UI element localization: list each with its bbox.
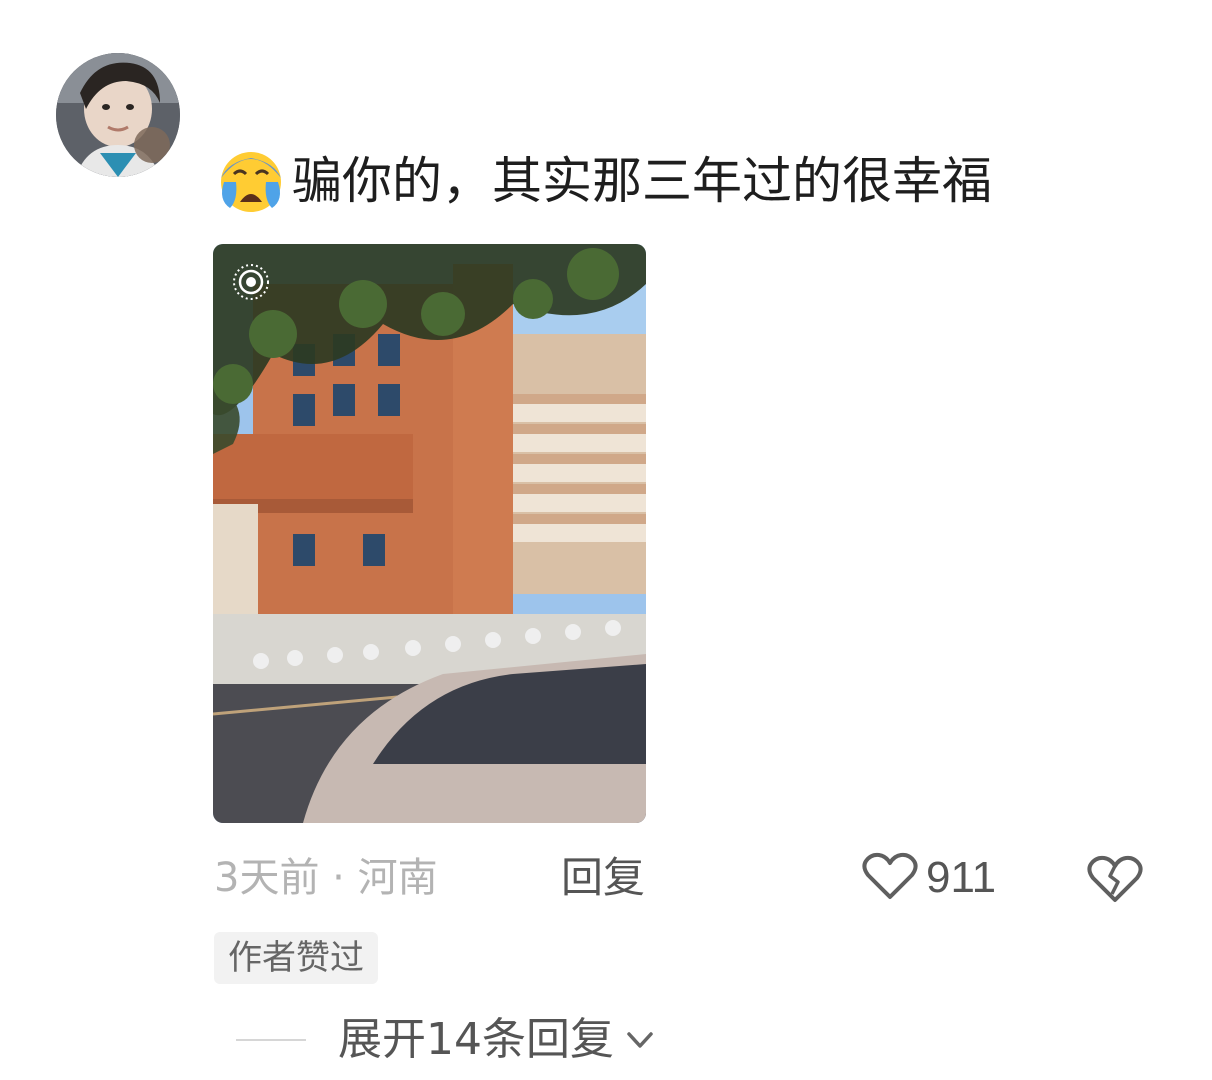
- expand-replies-label: 展开14条回复: [338, 1014, 614, 1065]
- chevron-down-icon: [622, 1022, 658, 1058]
- comment-text: 骗你的，其实那三年过的很幸福: [292, 152, 992, 210]
- author-liked-badge: 作者赞过: [214, 932, 378, 984]
- expand-replies-button[interactable]: 展开14条回复: [236, 1010, 658, 1070]
- live-photo-icon: [231, 262, 271, 302]
- broken-heart-icon[interactable]: [1087, 854, 1143, 904]
- like-button[interactable]: 911: [862, 848, 996, 908]
- like-count: 911: [926, 853, 997, 902]
- heart-outline-icon: [862, 851, 918, 905]
- comment-photo[interactable]: [213, 244, 646, 823]
- comment-meta-row: 3天前 · 河南 回复 911: [214, 848, 1154, 908]
- reply-button[interactable]: 回复: [561, 848, 645, 908]
- avatar[interactable]: [56, 53, 180, 177]
- comment-text-row: 骗你的，其实那三年过的很幸福: [214, 148, 992, 214]
- time-location: 3天前 · 河南: [214, 855, 438, 901]
- expand-divider: [236, 1039, 306, 1041]
- loudly-crying-face-icon: [214, 148, 286, 214]
